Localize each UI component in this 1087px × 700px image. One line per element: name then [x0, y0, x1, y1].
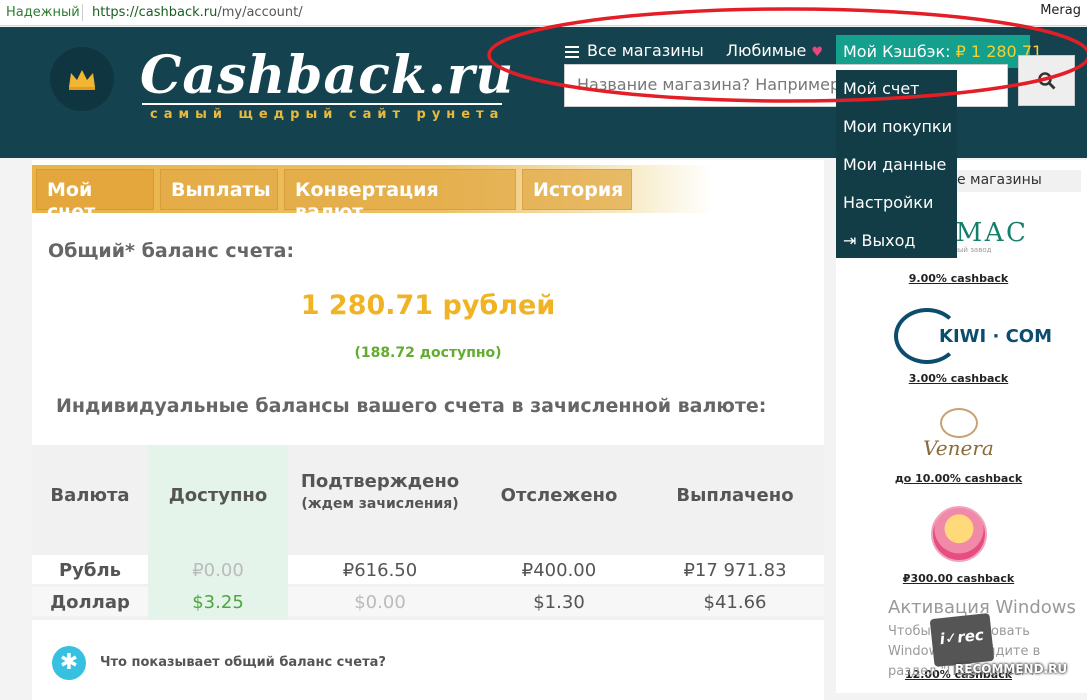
kiwi-name: KIWI [939, 326, 987, 347]
header-currency: Валюта [50, 485, 130, 506]
cell-available: $3.25 [192, 592, 244, 613]
secure-label: Надежный [6, 5, 80, 20]
balances-table: Валюта Доступно Подтверждено (ждем зачис… [32, 445, 824, 620]
cell-paid: $41.66 [703, 592, 767, 613]
logo-tagline: самый щедрый сайт рунета [150, 107, 505, 122]
tab-currency-conversion[interactable]: Конвертация валют [284, 169, 516, 223]
menu-item-logout-label: Выход [861, 231, 916, 250]
nav-all-stores-label: Все магазины [587, 41, 704, 60]
table-row: Рубль ₽0.00 ₽616.50 ₽400.00 ₽17 971.83 [32, 555, 824, 584]
balance-available: (188.72 доступно) [354, 345, 502, 361]
store-card-venera[interactable]: Venera до 10.00% cashback [836, 400, 1081, 485]
store-cashback[interactable]: до 10.00% cashback [836, 472, 1081, 485]
header-paid: Выплачено [676, 485, 794, 506]
tab-payouts[interactable]: Выплаты [160, 169, 278, 210]
mashka-logo [930, 506, 987, 562]
store-logo-kiwi: KIWI · COM [836, 300, 1081, 372]
crown-icon [69, 70, 95, 90]
individual-balances-title: Индивидуальные балансы вашего счета в за… [56, 395, 767, 417]
cell-available: ₽0.00 [192, 560, 244, 581]
url-field[interactable]: https://cashback.ru/my/account/ [92, 5, 303, 20]
search-icon [1038, 72, 1056, 90]
store-card-kiwi[interactable]: KIWI · COM 3.00% cashback [836, 300, 1081, 385]
nav-favorites[interactable]: Любимые ♥ [726, 41, 823, 60]
account-dropdown-menu: Мой счет Мои покупки Мои данные Настройк… [836, 70, 957, 258]
logout-icon: ⇥ [843, 231, 862, 250]
store-logo-mashka [836, 500, 1081, 572]
tab-history[interactable]: История [522, 169, 632, 210]
logo[interactable]: Cashback.ru [140, 45, 514, 106]
menu-item-my-account[interactable]: Мой счет [836, 74, 957, 112]
logo-underline [142, 103, 502, 105]
cell-tracked: ₽400.00 [521, 560, 597, 581]
heart-icon: ♥ [811, 45, 824, 60]
cell-confirmed: ₽616.50 [342, 560, 418, 581]
url-host: https://cashback.ru [92, 5, 218, 20]
kiwi-logo-text: KIWI · COM [939, 326, 1053, 347]
url-path: /my/account/ [217, 5, 303, 20]
store-card-mashka[interactable]: ₽300.00 cashback [836, 500, 1081, 585]
browser-address-bar[interactable]: Надежный https://cashback.ru/my/account/… [0, 0, 1087, 26]
header-confirmed-label: Подтверждено [300, 471, 460, 492]
nav-all-stores[interactable]: Все магазины [565, 41, 704, 61]
cell-currency: Доллар [50, 592, 130, 613]
store-cashback[interactable]: ₽300.00 cashback [836, 572, 1081, 585]
header-confirmed: Подтверждено (ждем зачисления) [288, 471, 472, 512]
cell-confirmed: $0.00 [354, 592, 406, 613]
cell-tracked: $1.30 [533, 592, 585, 613]
faq-question[interactable]: Что показывает общий баланс счета? [100, 655, 386, 670]
menu-item-logout[interactable]: ⇥ Выход [836, 226, 957, 264]
logo-badge[interactable] [50, 47, 114, 111]
balance-title: Общий* баланс счета: [48, 240, 295, 262]
irecommend-watermark-text: RECOMMEND.RU [955, 662, 1068, 676]
tab-my-account[interactable]: Мой счет [36, 169, 154, 223]
header-confirmed-sub: (ждем зачисления) [301, 496, 459, 512]
nav-my-cashback-label: Мой Кэшбэк: [843, 42, 951, 61]
tab-bar: Мой счет Выплаты Конвертация валют Истор… [32, 165, 712, 223]
cell-currency: Рубль [58, 560, 122, 581]
venera-emblem [940, 408, 978, 438]
search-button[interactable] [1018, 55, 1075, 106]
kiwi-suffix: COM [1005, 326, 1053, 347]
cell-paid: ₽17 971.83 [683, 560, 787, 581]
balance-amount: 1 280.71 рублей [300, 290, 556, 321]
nav-favorites-label: Любимые [726, 41, 807, 60]
table-row: Доллар $3.25 $0.00 $1.30 $41.66 [32, 587, 824, 616]
menu-item-my-data[interactable]: Мои данные [836, 150, 957, 188]
header-available: Доступно [168, 485, 268, 506]
account-panel: Мой счет Выплаты Конвертация валют Истор… [32, 160, 824, 700]
store-cashback[interactable]: 3.00% cashback [836, 372, 1081, 385]
header-tracked: Отслежено [500, 485, 618, 506]
menu-item-settings[interactable]: Настройки [836, 188, 957, 226]
irecommend-watermark-badge: i✓rec [929, 612, 995, 668]
menu-icon [565, 43, 579, 61]
browser-user[interactable]: Merag [1040, 3, 1081, 18]
divider [82, 4, 83, 21]
store-logo-venera: Venera [836, 400, 1081, 472]
menu-item-my-purchases[interactable]: Мои покупки [836, 112, 957, 150]
asterisk-icon: ✱ [52, 646, 86, 680]
store-cashback[interactable]: 9.00% cashback [836, 272, 1081, 285]
